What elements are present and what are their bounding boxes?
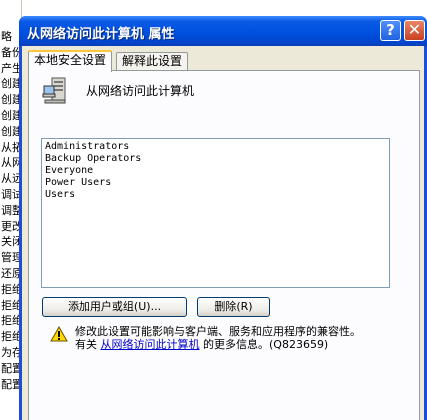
policy-title: 从网络访问此计算机 xyxy=(86,84,195,98)
background-list-item: 为存 xyxy=(1,345,22,359)
background-list-item: 产生 xyxy=(1,61,22,75)
background-list-item: 配置 xyxy=(1,377,22,391)
properties-dialog: 从网络访问此计算机 属性 ? ✕ 本地安全设置 解释此设置 从网络访问此计算机 … xyxy=(19,16,427,420)
background-list-item: 从远 xyxy=(1,172,22,186)
background-list-item: 管理 xyxy=(1,251,22,265)
close-icon: ✕ xyxy=(407,20,422,39)
list-item[interactable]: Backup Operators xyxy=(45,153,386,165)
background-list-item: 调试 xyxy=(1,187,22,201)
more-info-link[interactable]: 从网络访问此计算机 xyxy=(101,338,200,351)
warning-prefix: 有关 xyxy=(75,338,101,351)
background-list-item: 关闭 xyxy=(1,235,22,249)
window-title: 从网络访问此计算机 属性 xyxy=(27,27,175,42)
background-list-item: 创建 xyxy=(1,77,22,91)
background-list-item: 从网 xyxy=(1,156,22,170)
close-button[interactable]: ✕ xyxy=(404,20,425,41)
background-list-item: 创建 xyxy=(1,124,22,138)
tab-local-security-setting[interactable]: 本地安全设置 xyxy=(28,50,113,72)
warning-icon xyxy=(50,326,68,342)
warning-line-2: 有关 从网络访问此计算机 的更多信息。(Q823659) xyxy=(75,338,361,351)
background-window-text: 略备份 产生 创建 创建 创建 创建 从拓 从网 从远 调试 调整 更改 关闭 管理 还原 拒绝 拒绝 拒绝 拒绝为… xyxy=(0,29,21,392)
background-list-item: 创建 xyxy=(1,108,22,122)
background-list-item: 创建 xyxy=(1,93,22,107)
remove-button[interactable]: 删除(R) xyxy=(197,297,270,317)
warning-suffix: 的更多信息。(Q823659) xyxy=(199,338,329,351)
background-list-item: 备份 xyxy=(1,45,22,59)
add-user-or-group-button[interactable]: 添加用户或组(U)... xyxy=(42,297,187,317)
tab-explain-setting[interactable]: 解释此设置 xyxy=(116,52,189,71)
background-list-item: 拒绝 xyxy=(1,282,22,296)
policy-server-icon xyxy=(42,77,66,104)
help-button[interactable]: ? xyxy=(380,20,401,41)
background-list-item: 拒绝 xyxy=(1,314,22,328)
list-item[interactable]: Power Users xyxy=(45,177,386,189)
help-icon: ? xyxy=(386,21,395,39)
background-list-item: 更改 xyxy=(1,219,22,233)
members-list[interactable]: Administrators Backup Operators Everyone… xyxy=(41,138,390,288)
title-bar[interactable]: 从网络访问此计算机 属性 ? ✕ xyxy=(19,16,427,46)
background-list-item: 从拓 xyxy=(1,140,22,154)
background-list-item: 拒绝 xyxy=(1,298,22,312)
background-list-item: 还原 xyxy=(1,266,22,280)
background-list-item: 拒绝 xyxy=(1,330,22,344)
list-item[interactable]: Users xyxy=(45,189,386,201)
tab-label: 本地安全设置 xyxy=(34,53,107,67)
background-list-item: 配置 xyxy=(1,361,22,375)
list-item[interactable]: Administrators xyxy=(45,141,386,153)
warning-line-1: 修改此设置可能影响与客户端、服务和应用程序的兼容性。 xyxy=(75,325,361,338)
compatibility-warning: 修改此设置可能影响与客户端、服务和应用程序的兼容性。 有关 从网络访问此计算机 … xyxy=(75,325,361,351)
background-list-item: 调整 xyxy=(1,203,22,217)
background-list-item: 略 xyxy=(1,30,12,43)
list-item[interactable]: Everyone xyxy=(45,165,386,177)
tab-label: 解释此设置 xyxy=(122,54,183,68)
